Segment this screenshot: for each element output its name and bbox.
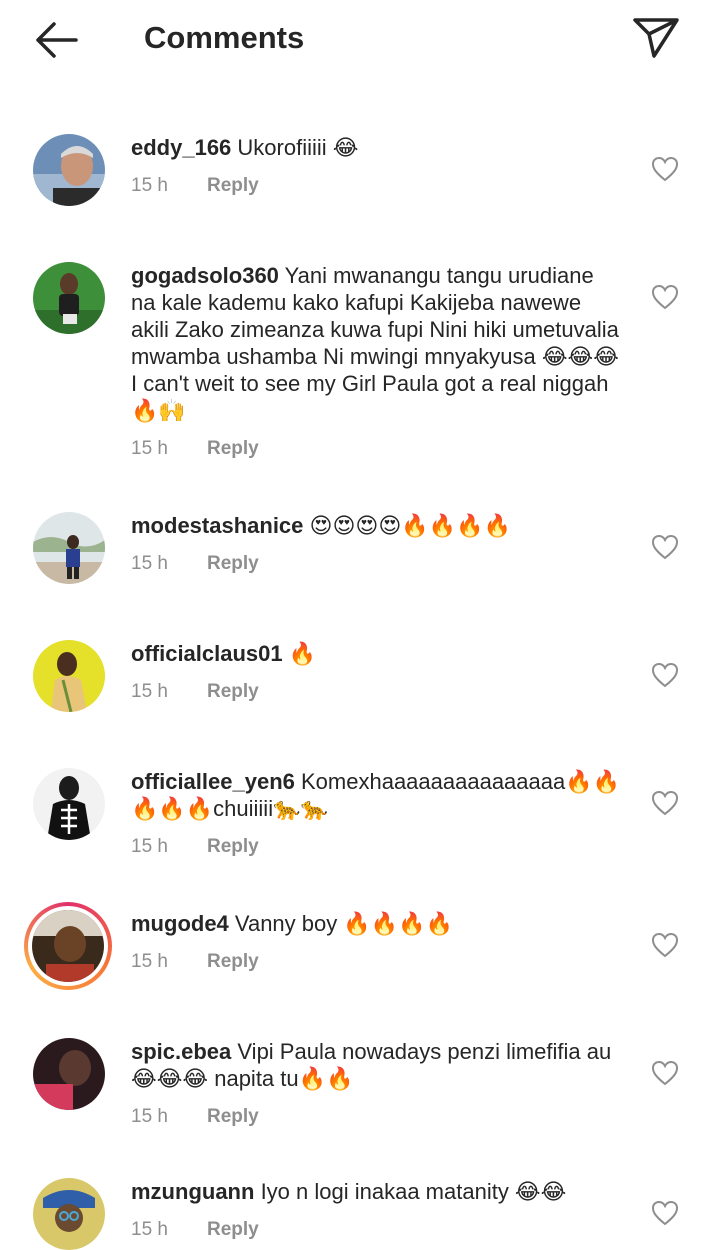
profile-photo bbox=[33, 134, 105, 206]
profile-photo bbox=[33, 512, 105, 584]
comment-body: Ukorofiiiii 😂 bbox=[237, 135, 359, 160]
reply-button[interactable]: Reply bbox=[207, 438, 259, 459]
profile-photo bbox=[33, 1178, 105, 1250]
top-bar: Comments bbox=[0, 0, 720, 80]
reply-button[interactable]: Reply bbox=[207, 1106, 259, 1127]
comment-text: officiallee_yen6 Komexhaaaaaaaaaaaaaaa🔥🔥… bbox=[131, 768, 621, 822]
avatar[interactable] bbox=[33, 262, 105, 334]
avatar[interactable] bbox=[33, 1178, 105, 1250]
comment-time: 15 h bbox=[131, 438, 168, 459]
avatar[interactable] bbox=[33, 1038, 105, 1110]
comment-meta: 15 h Reply bbox=[131, 836, 621, 858]
profile-photo bbox=[33, 640, 105, 712]
comment-time: 15 h bbox=[131, 1219, 168, 1240]
page-title: Comments bbox=[144, 20, 305, 55]
comment-meta: 15 h Reply bbox=[131, 438, 621, 460]
comment-time: 15 h bbox=[131, 836, 168, 857]
comment-time: 15 h bbox=[131, 951, 168, 972]
comment-meta: 15 h Reply bbox=[131, 175, 621, 197]
comment-text: eddy_166 Ukorofiiiii 😂 bbox=[131, 134, 621, 161]
profile-photo bbox=[33, 1038, 105, 1110]
heart-icon[interactable] bbox=[651, 1200, 679, 1226]
comment-username[interactable]: officiallee_yen6 bbox=[131, 769, 295, 794]
paper-plane-icon bbox=[633, 18, 679, 58]
back-button[interactable] bbox=[30, 18, 82, 62]
comment-time: 15 h bbox=[131, 681, 168, 702]
comment-body: Vanny boy 🔥🔥🔥🔥 bbox=[234, 911, 453, 936]
reply-button[interactable]: Reply bbox=[207, 553, 259, 574]
profile-photo bbox=[32, 910, 104, 982]
heart-icon[interactable] bbox=[651, 932, 679, 958]
comment-body: Iyo n logi inakaa matanity 😂😂 bbox=[260, 1179, 567, 1204]
comment-username[interactable]: gogadsolo360 bbox=[131, 263, 279, 288]
comment-username[interactable]: spic.ebea bbox=[131, 1039, 231, 1064]
comment-username[interactable]: modestashanice bbox=[131, 513, 303, 538]
reply-button[interactable]: Reply bbox=[207, 951, 259, 972]
comment-username[interactable]: officialclaus01 bbox=[131, 641, 283, 666]
comment-meta: 15 h Reply bbox=[131, 951, 621, 973]
reply-button[interactable]: Reply bbox=[207, 836, 259, 857]
comment-text: mugode4 Vanny boy 🔥🔥🔥🔥 bbox=[131, 910, 621, 937]
comment-username[interactable]: mugode4 bbox=[131, 911, 229, 936]
arrow-left-icon bbox=[36, 22, 78, 58]
profile-photo bbox=[33, 262, 105, 334]
comment-meta: 15 h Reply bbox=[131, 681, 621, 703]
avatar[interactable] bbox=[33, 640, 105, 712]
heart-icon[interactable] bbox=[651, 534, 679, 560]
heart-icon[interactable] bbox=[651, 1060, 679, 1086]
heart-icon[interactable] bbox=[651, 284, 679, 310]
comment-text: mzunguann Iyo n logi inakaa matanity 😂😂 bbox=[131, 1178, 621, 1205]
heart-icon[interactable] bbox=[651, 662, 679, 688]
heart-icon[interactable] bbox=[651, 156, 679, 182]
comment-meta: 15 h Reply bbox=[131, 1106, 621, 1128]
avatar[interactable] bbox=[33, 768, 105, 840]
comment-username[interactable]: mzunguann bbox=[131, 1179, 254, 1204]
heart-icon[interactable] bbox=[651, 790, 679, 816]
comment-text: officialclaus01 🔥 bbox=[131, 640, 621, 667]
comment-time: 15 h bbox=[131, 175, 168, 196]
reply-button[interactable]: Reply bbox=[207, 175, 259, 196]
comment-meta: 15 h Reply bbox=[131, 553, 621, 575]
share-button[interactable] bbox=[630, 14, 682, 62]
comment-username[interactable]: eddy_166 bbox=[131, 135, 231, 160]
comment-meta: 15 h Reply bbox=[131, 1219, 621, 1241]
comment-text: gogadsolo360 Yani mwanangu tangu urudian… bbox=[131, 262, 621, 424]
reply-button[interactable]: Reply bbox=[207, 1219, 259, 1240]
avatar[interactable] bbox=[33, 134, 105, 206]
comment-text: spic.ebea Vipi Paula nowadays penzi lime… bbox=[131, 1038, 621, 1092]
comment-time: 15 h bbox=[131, 1106, 168, 1127]
reply-button[interactable]: Reply bbox=[207, 681, 259, 702]
comment-body: 😍😍😍😍🔥🔥🔥🔥 bbox=[309, 513, 511, 538]
comment-time: 15 h bbox=[131, 553, 168, 574]
comment-body: 🔥 bbox=[288, 641, 317, 666]
comment-text: modestashanice 😍😍😍😍🔥🔥🔥🔥 bbox=[131, 512, 621, 539]
profile-photo bbox=[33, 768, 105, 840]
avatar-story-ring[interactable] bbox=[24, 902, 112, 990]
avatar[interactable] bbox=[33, 512, 105, 584]
